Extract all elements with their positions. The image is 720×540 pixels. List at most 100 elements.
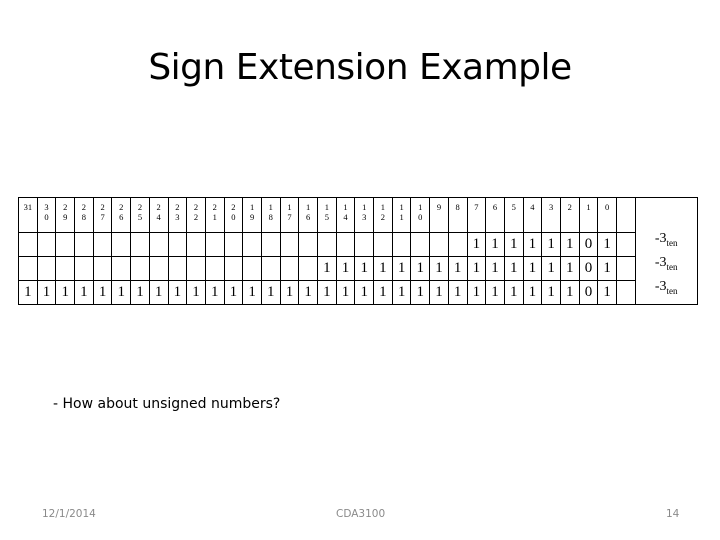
spacer-cell [616,232,636,257]
bit-cell [373,232,393,257]
slide-title: Sign Extension Example [148,47,572,88]
bit-cell: 1 [522,232,543,257]
bit-position-label: 7 [466,197,487,233]
bit-cell [223,232,244,257]
bit-position-label: 17 [279,197,300,233]
bit-cell: 1 [447,280,468,305]
spacer-cell [616,256,636,281]
bit-cell [298,232,318,257]
bit-cell: 1 [204,280,225,305]
bit-cell: 1 [55,280,76,305]
bit-position-label: 26 [111,197,132,233]
bit-position-label: 5 [503,197,524,233]
bit-cell: 1 [541,232,561,257]
footer-course: CDA3100 [336,508,386,520]
bit-cell [55,256,76,281]
bit-cell [317,232,337,257]
bit-cell: 1 [354,256,375,281]
spacer-cell [616,280,636,305]
bit-position-label: 22 [186,197,206,233]
bit-cell [36,232,57,257]
bit-cell [354,232,375,257]
bit-cell [186,232,206,257]
bit-cell [204,232,225,257]
bit-cell: 1 [447,256,468,281]
bit-cell: 1 [148,280,169,305]
bit-position-label: 0 [597,197,617,233]
bit-cell: 1 [373,280,393,305]
decimal-value: -3ten [654,279,678,296]
bit-cell: 0 [578,232,599,257]
bit-cell: 1 [130,280,150,305]
bit-cell [429,232,449,257]
bit-cell [391,232,412,257]
bit-position-label: 4 [522,197,543,233]
bit-cell [18,256,38,281]
bit-cell: 1 [466,256,487,281]
bit-cell: 1 [466,280,487,305]
bit-cell [167,256,188,281]
bit-cell: 1 [298,280,318,305]
decimal-value: -3ten [654,231,678,248]
bit-table: 31 3 0 2 9 2 8 2 7 2 6 2 5 2 4 2 3 2 2 2 1 2 0 1 9 1 8 1 7 1 6 1 5 1 4 1 3 1 2… [18,197,698,305]
bit-cell: 1 [335,280,356,305]
bit-cell: 1 [410,280,431,305]
note-text: - How about unsigned numbers? [53,396,281,412]
bit-cell: 1 [485,256,505,281]
bit-cell: 1 [186,280,206,305]
bit-cell: 1 [279,280,300,305]
bit-cell: 1 [410,256,431,281]
bit-position-label: 11 [391,197,412,233]
bit-cell: 1 [522,256,543,281]
bit-position-label: 6 [485,197,505,233]
bit-position-label: 23 [167,197,188,233]
bit-cell: 1 [74,280,94,305]
bit-cell [279,256,300,281]
bit-cell: 1 [391,280,412,305]
bit-cell [55,232,76,257]
bit-position-label: 14 [335,197,356,233]
bit-cell: 1 [559,256,580,281]
footer-page-number: 14 [666,508,680,520]
bit-cell: 1 [317,256,337,281]
bit-cell [74,232,94,257]
bit-position-label: 9 [429,197,449,233]
bit-cell [279,232,300,257]
bit-position-label: 19 [242,197,262,233]
bit-cell: 1 [354,280,375,305]
bit-row: 1111111111111101 [18,256,698,281]
bit-cell: 1 [485,232,505,257]
bit-cell [260,232,281,257]
bit-position-label: 25 [130,197,150,233]
bit-row: 11111111111111111111111111111101 [18,280,698,305]
bit-cell [204,256,225,281]
bit-cell: 1 [223,280,244,305]
bit-cell [92,232,113,257]
bit-cell [148,256,169,281]
bit-position-label: 24 [148,197,169,233]
bit-cell [447,232,468,257]
bit-position-label: 21 [204,197,225,233]
bit-position-label: 2 [559,197,580,233]
bit-position-label: 30 [36,197,57,233]
bit-cell: 1 [485,280,505,305]
bit-cell: 1 [92,280,113,305]
bit-cell [242,232,262,257]
bit-cell [167,232,188,257]
bit-cell: 1 [559,280,580,305]
bit-cell: 1 [317,280,337,305]
bit-position-label: 18 [260,197,281,233]
bit-position-label: 16 [298,197,318,233]
bit-cell: 1 [167,280,188,305]
bit-cell [242,256,262,281]
bit-cell: 1 [541,280,561,305]
bit-position-label: 13 [354,197,375,233]
bit-cell [410,232,431,257]
bit-cell: 1 [260,280,281,305]
bit-cell [148,232,169,257]
bit-position-label: 29 [55,197,76,233]
bit-cell [298,256,318,281]
bit-cell [130,232,150,257]
decimal-value: -3ten [654,255,678,272]
bit-cell: 1 [597,256,617,281]
